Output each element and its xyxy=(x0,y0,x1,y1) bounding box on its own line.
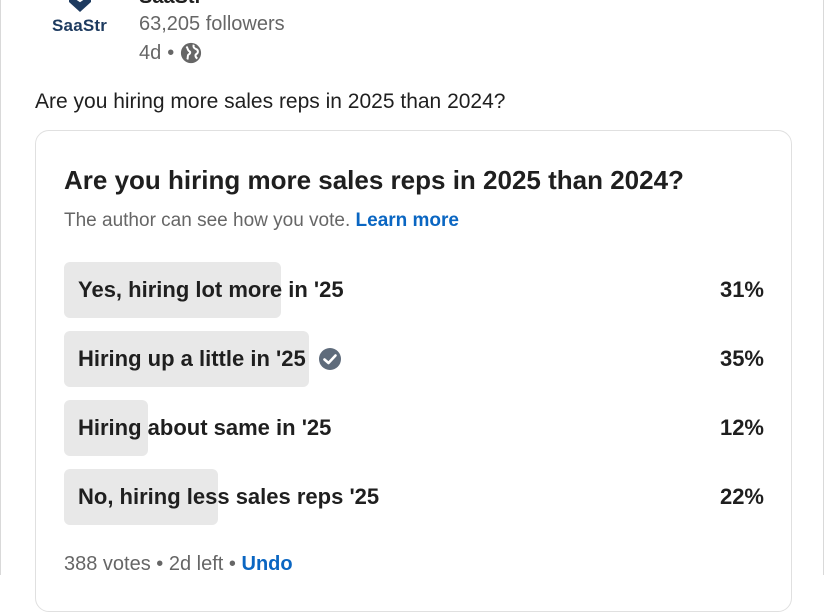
poll-option-label: Yes, hiring lot more in '25 xyxy=(78,277,344,302)
poll-visibility-note: The author can see how you vote. Learn m… xyxy=(64,210,459,232)
poll-option[interactable]: Yes, hiring lot more in '25 31% xyxy=(64,262,764,318)
poll-card: Are you hiring more sales reps in 2025 t… xyxy=(35,130,792,612)
poll-option-label-wrap: Hiring about same in '25 xyxy=(78,400,331,456)
globe-icon xyxy=(181,42,202,64)
poll-option-label: Hiring about same in '25 xyxy=(78,415,332,440)
meta-separator: • xyxy=(167,41,175,64)
follower-count: 63,205 followers xyxy=(139,13,285,35)
poll-footer: 388 votes • 2d left • Undo xyxy=(64,553,293,576)
undo-vote-link[interactable]: Undo xyxy=(242,553,293,575)
poll-option-percent: 22% xyxy=(719,484,764,509)
footer-separator: • xyxy=(156,553,164,575)
time-left: 2d left xyxy=(168,553,224,575)
feed-left-border xyxy=(0,0,1,575)
vote-count: 388 votes xyxy=(64,553,151,575)
author-name[interactable]: SaaStr xyxy=(139,0,202,9)
poll-option-percent: 31% xyxy=(719,277,764,302)
poll-option-label-wrap: Yes, hiring lot more in '25 xyxy=(78,262,344,318)
poll-option-label-wrap: No, hiring less sales reps '25 xyxy=(78,469,379,525)
poll-option-percent: 12% xyxy=(719,415,764,440)
logo-text: SaaStr xyxy=(52,16,108,35)
poll-option-percent: 35% xyxy=(719,346,764,371)
poll-option-label: No, hiring less sales reps '25 xyxy=(78,484,380,509)
poll-option-label: Hiring up a little in '25 xyxy=(78,346,306,371)
poll-option-label-wrap: Hiring up a little in '25 xyxy=(78,331,342,387)
footer-separator: • xyxy=(228,553,236,575)
poll-note-text: The author can see how you vote. xyxy=(64,210,351,231)
poll-option[interactable]: No, hiring less sales reps '25 22% xyxy=(64,469,764,525)
post-meta: 4d • xyxy=(139,40,202,66)
poll-option[interactable]: Hiring about same in '25 12% xyxy=(64,400,764,456)
company-logo[interactable]: SaaStr xyxy=(48,0,114,44)
feed-right-border xyxy=(823,0,824,575)
poll-question: Are you hiring more sales reps in 2025 t… xyxy=(64,165,684,195)
post-text: Are you hiring more sales reps in 2025 t… xyxy=(35,90,506,113)
learn-more-link[interactable]: Learn more xyxy=(356,210,459,231)
post-time: 4d xyxy=(139,41,162,64)
poll-option[interactable]: Hiring up a little in '25 35% xyxy=(64,331,764,387)
logo-mark-icon xyxy=(69,0,91,12)
selected-check-icon xyxy=(318,348,341,370)
